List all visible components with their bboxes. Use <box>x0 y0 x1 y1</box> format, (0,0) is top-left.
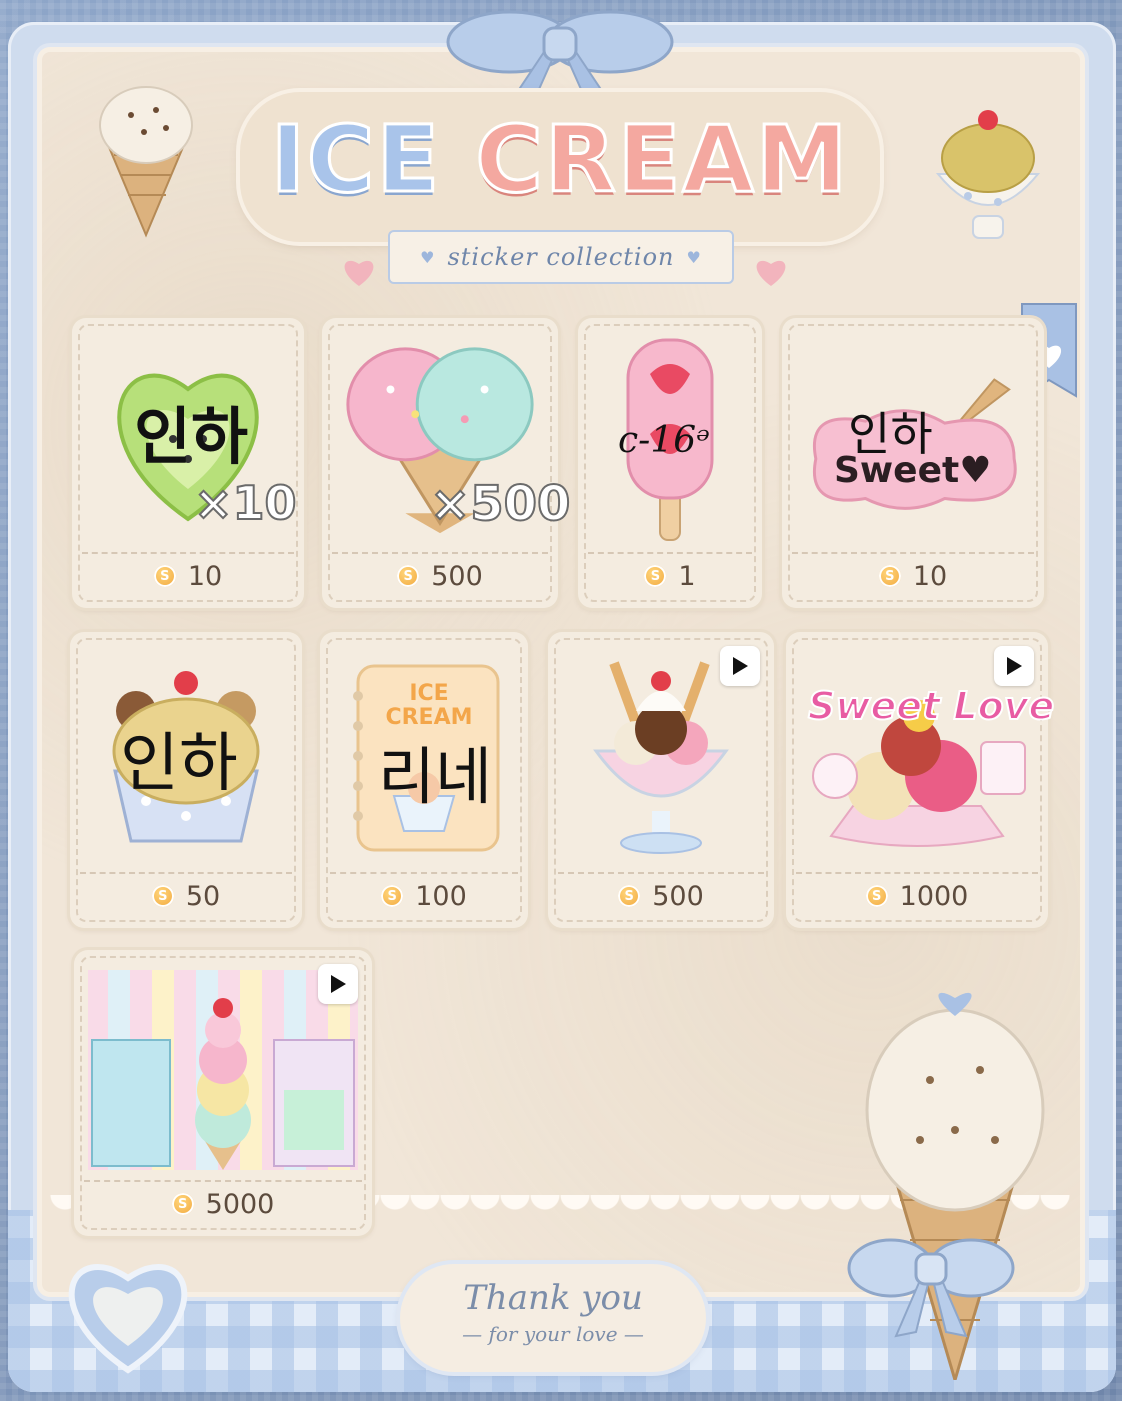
sticker-card[interactable]: ×500 S 500 <box>322 318 571 608</box>
sticker-quantity: ×500 <box>429 475 571 533</box>
title-word-ice: ICE <box>269 105 442 215</box>
price-value: 100 <box>415 880 467 912</box>
price-value: 10 <box>187 560 223 592</box>
page-title: ICE CREAM <box>240 105 880 215</box>
coin-icon: S <box>865 885 888 907</box>
title-word-cream: CREAM <box>474 105 850 215</box>
sticker-overlay-text: 인하 <box>120 727 238 801</box>
price-bar: S 1 <box>588 552 752 598</box>
sticker-card[interactable]: S 500 <box>548 632 774 928</box>
cone-decoration <box>99 86 193 238</box>
coin-icon: S <box>381 885 404 907</box>
play-video-button[interactable] <box>318 964 358 1004</box>
play-video-button[interactable] <box>720 646 760 686</box>
sticker-caption: ICE CREAM <box>385 681 473 730</box>
play-icon <box>331 975 346 993</box>
price-bar: S 1000 <box>796 872 1038 918</box>
play-icon <box>1007 657 1022 675</box>
coin-icon: S <box>153 565 176 587</box>
price-bar: S 100 <box>330 872 518 918</box>
price-bar: S 50 <box>80 872 292 918</box>
sticker-card[interactable]: Sweet Love S 1000 <box>786 632 1055 928</box>
sticker-overlay-text: c-16ᵊ <box>618 420 711 461</box>
sticker-overlay-text: 인하 <box>134 400 249 473</box>
coin-icon: S <box>171 1193 194 1215</box>
price-value: 1 <box>678 560 696 592</box>
bow-decoration <box>446 10 674 100</box>
subtitle: sticker collection <box>447 243 675 271</box>
coin-icon: S <box>644 565 667 587</box>
price-bar: S 500 <box>332 552 548 598</box>
sticker-overlay-text: 리네 <box>378 740 493 813</box>
title-plate: ICE CREAM <box>240 92 880 242</box>
thanks-line-2: — for your love — <box>462 1322 644 1346</box>
play-video-button[interactable] <box>994 646 1034 686</box>
sticker-caption: Sweet♥ <box>834 450 992 491</box>
price-value: 10 <box>912 560 948 592</box>
price-bar: S 5000 <box>84 1180 362 1226</box>
sticker-card[interactable]: 인하 Sweet♥ S 10 <box>782 318 1044 608</box>
price-value: 50 <box>185 880 221 912</box>
heart-icon <box>756 260 786 286</box>
price-bar: S 500 <box>558 872 764 918</box>
sticker-card[interactable]: ICE CREAM 리네 S 100 <box>320 632 528 928</box>
price-value: 500 <box>652 880 704 912</box>
sticker-card[interactable]: c-16ᵊ S 1 <box>578 318 762 608</box>
sticker-card[interactable]: S 5000 <box>74 950 372 1236</box>
coin-icon: S <box>618 885 641 907</box>
coin-icon: S <box>397 565 420 587</box>
heart-icon: ♥ <box>686 247 702 267</box>
price-bar: S 10 <box>792 552 1034 598</box>
price-value: 1000 <box>899 880 969 912</box>
heart-icon <box>68 1264 188 1374</box>
sticker-quantity: ×10 <box>193 475 298 531</box>
price-value: 5000 <box>205 1188 275 1220</box>
sticker-card[interactable]: 인하 ×10 S 10 <box>72 318 304 608</box>
sticker-card[interactable]: 인하 S 50 <box>70 632 302 928</box>
coin-icon: S <box>151 885 174 907</box>
subtitle-banner: ♥ sticker collection ♥ <box>388 230 734 284</box>
bow-decoration <box>847 1238 1015 1338</box>
heart-icon <box>344 260 374 286</box>
thank-you-badge: Thank you — for your love — <box>400 1264 706 1372</box>
heart-icon: ♥ <box>420 247 436 267</box>
coin-icon: S <box>878 565 901 587</box>
sundae-bowl-decoration <box>935 110 1041 239</box>
price-value: 500 <box>431 560 483 592</box>
price-bar: S 10 <box>82 552 294 598</box>
play-icon <box>733 657 748 675</box>
thanks-line-1: Thank you <box>463 1278 643 1318</box>
sticker-caption: Sweet Love <box>807 683 1055 729</box>
